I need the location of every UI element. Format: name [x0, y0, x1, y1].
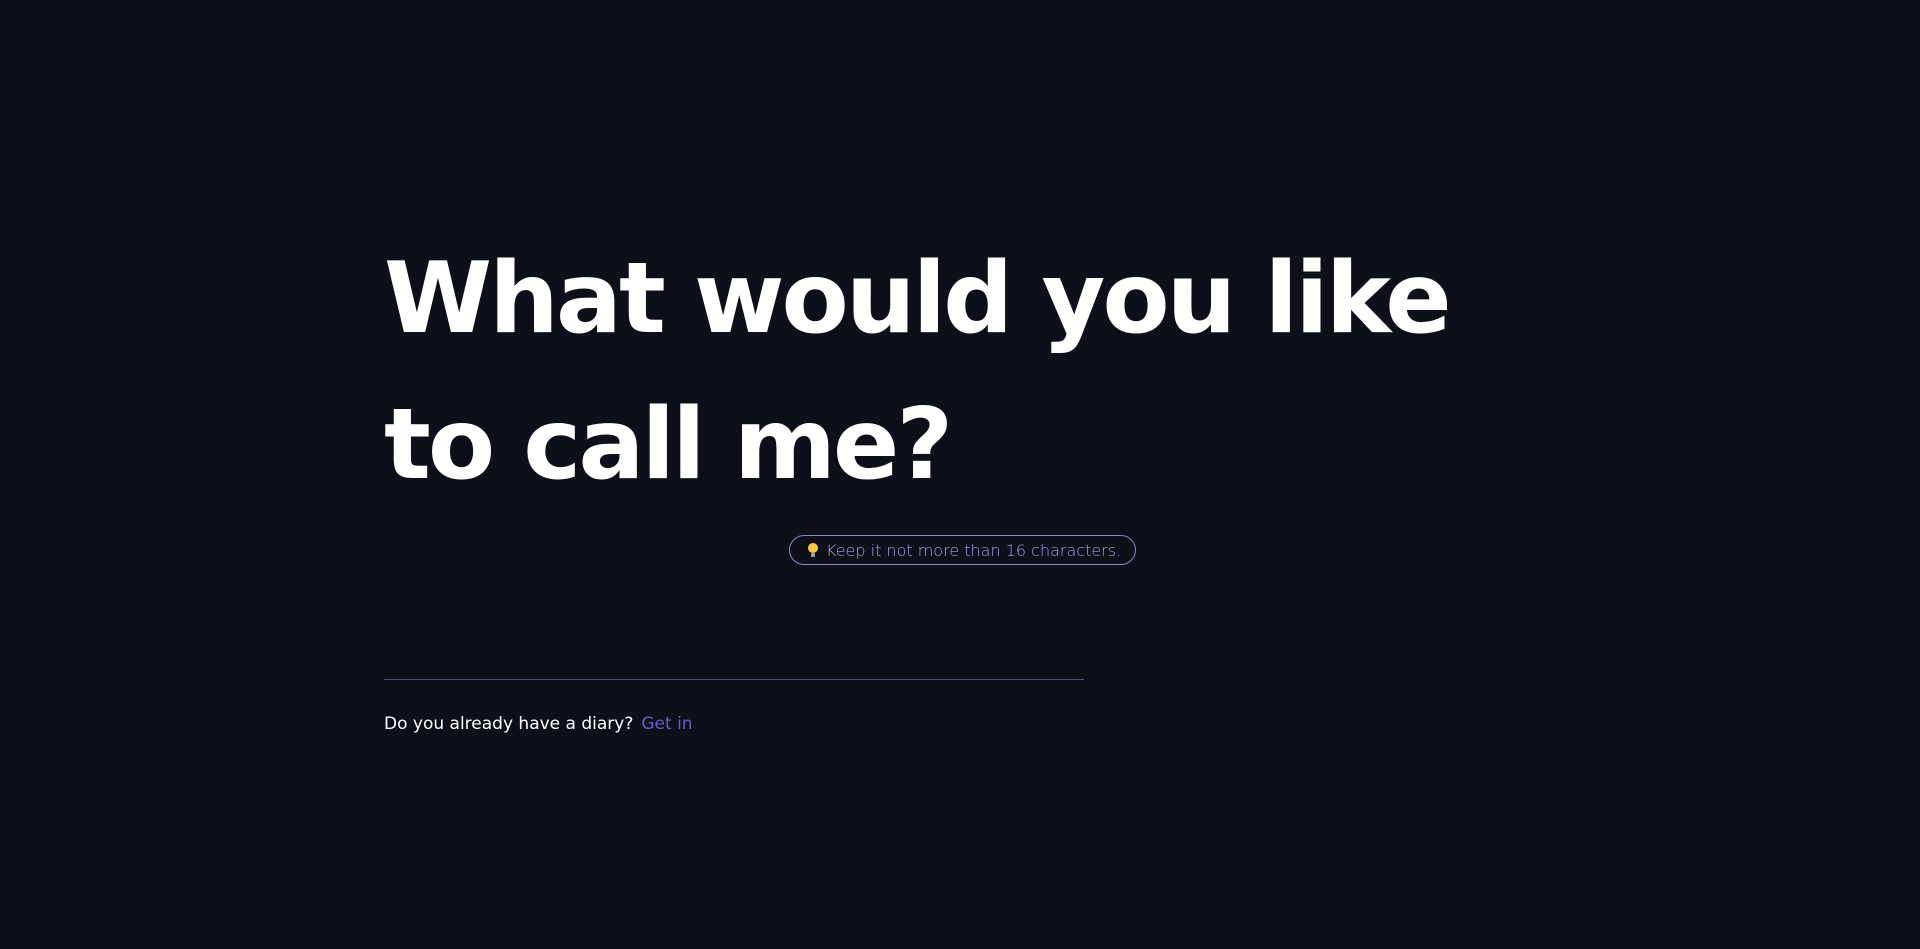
character-limit-hint: Keep it not more than 16 characters.	[789, 535, 1137, 565]
lightbulb-icon	[808, 542, 818, 558]
name-input[interactable]	[384, 630, 1084, 680]
hint-text: Keep it not more than 16 characters.	[826, 540, 1122, 560]
get-in-link[interactable]: Get in	[641, 714, 692, 734]
login-prompt: Do you already have a diary? Get in	[384, 714, 693, 734]
login-question: Do you already have a diary?	[384, 714, 634, 734]
name-setup-page: What would you like to call me? Keep it …	[0, 0, 1920, 949]
page-title: What would you like to call me?	[384, 242, 1452, 502]
